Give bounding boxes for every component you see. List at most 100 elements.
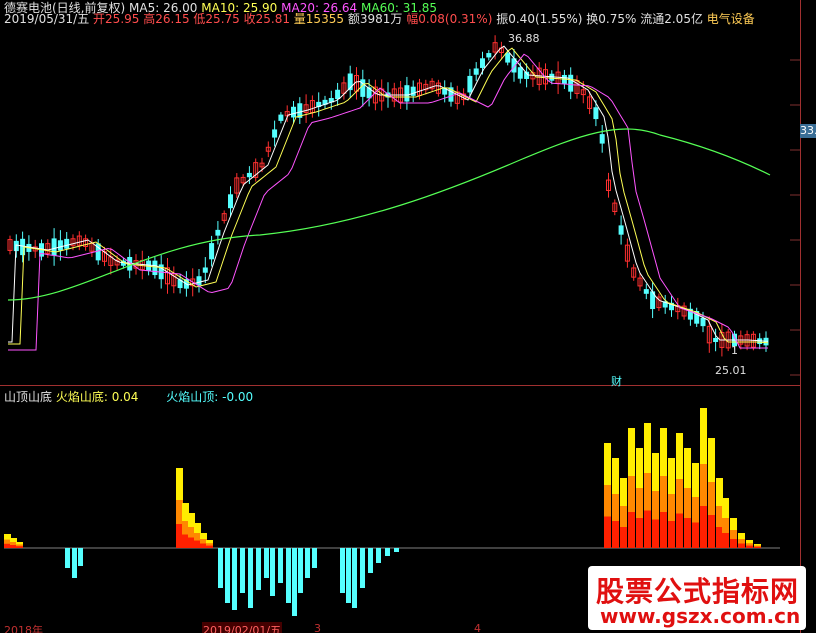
- high-value: 高26.15: [143, 12, 190, 26]
- flame-top-bar: [240, 548, 245, 593]
- header-line-2: 2019/05/31/五 开25.95 高26.15 低25.75 收25.81…: [4, 12, 755, 26]
- xaxis-label-2018: 2018年: [4, 624, 43, 633]
- candle-body: [505, 53, 511, 63]
- candle-body: [473, 68, 479, 75]
- flame-top-bar: [394, 548, 399, 552]
- low-price-label: 25.01: [715, 364, 747, 377]
- flame-top-bar: [270, 548, 275, 596]
- candle-body: [57, 240, 63, 251]
- flame-top-bar: [286, 548, 291, 603]
- flame-bottom-bar-core: [176, 524, 183, 548]
- flame-top-bar: [248, 548, 253, 608]
- flame-bottom-bar-core: [738, 543, 745, 548]
- candle-body: [202, 267, 208, 273]
- finance-marker[interactable]: 财: [611, 373, 622, 389]
- flame-bottom-bar-core: [660, 512, 667, 548]
- candle-body: [643, 289, 649, 294]
- indicator-header: 山顶山底 火焰山底: 0.04 火焰山顶: -0.00: [4, 390, 253, 404]
- flame-bottom-bar-core: [604, 516, 611, 548]
- flame-top-bar: [385, 548, 390, 556]
- candle-body: [209, 243, 215, 260]
- flame-top-bar: [78, 548, 83, 566]
- candle-body: [51, 238, 57, 256]
- flame-top-bar: [352, 548, 357, 608]
- bar-date: 2019/05/31/五: [4, 12, 90, 26]
- flame-bottom-bar-core: [716, 527, 723, 548]
- candle-body: [404, 85, 410, 102]
- flame-bottom-bar-core: [700, 506, 707, 548]
- flame-top-bar: [312, 548, 317, 568]
- flame-top-bar: [65, 548, 70, 568]
- flame-bottom-bar-core: [746, 545, 753, 548]
- candle-body: [228, 194, 233, 209]
- flame-bottom-bar-core: [200, 543, 207, 548]
- turnover-value: 换0.75%: [586, 12, 637, 26]
- candle-body: [467, 75, 473, 93]
- candle-body: [568, 74, 574, 92]
- flame-bottom-value: 火焰山底: 0.04: [55, 390, 139, 404]
- price-axis-line: [800, 0, 801, 633]
- flame-bottom-bar-core: [644, 510, 651, 548]
- candle-body: [64, 238, 70, 249]
- xaxis-cursor-date: 2019/02/01/五: [202, 622, 283, 633]
- panel-divider[interactable]: [0, 385, 800, 386]
- candle-body: [618, 225, 624, 235]
- low-value: 低25.75: [193, 12, 240, 26]
- flame-bottom-bar-core: [708, 515, 715, 548]
- flame-top-bar: [278, 548, 283, 583]
- candle-body: [480, 58, 485, 68]
- flame-bottom-bar-core: [182, 534, 189, 548]
- flame-top-bar: [225, 548, 230, 603]
- flame-bottom-bar-core: [754, 546, 761, 548]
- flame-top-bar: [346, 548, 351, 603]
- current-price-tag: 33.: [800, 124, 816, 138]
- amount-value: 额3981万: [347, 12, 403, 26]
- flame-top-bar: [218, 548, 223, 588]
- watermark-url: www.gszx.com.cn: [600, 604, 801, 628]
- chart-window: 德赛电池(日线,前复权) MA5: 26.00 MA10: 25.90 MA20…: [0, 0, 816, 633]
- event-marker[interactable]: 1: [731, 344, 738, 357]
- flame-bottom-bar-core: [206, 545, 213, 548]
- flame-top-bar: [72, 548, 77, 578]
- volume-value: 量15355: [293, 12, 344, 26]
- flame-bottom-bar-core: [652, 519, 659, 548]
- amplitude-value: 振0.40(1.55%): [496, 12, 583, 26]
- close-value: 收25.81: [243, 12, 290, 26]
- flame-bottom-bar-core: [194, 540, 201, 548]
- flame-bottom-bar-core: [4, 543, 11, 548]
- flame-bottom-bar-core: [188, 537, 195, 548]
- flame-top-bar: [368, 548, 373, 573]
- flame-bottom-bar-core: [636, 518, 643, 548]
- candle-body: [517, 67, 523, 79]
- candle-body: [700, 317, 706, 327]
- flame-bottom-bar-core: [730, 539, 737, 548]
- flame-top-bar: [292, 548, 297, 616]
- xaxis-label-3: 3: [314, 622, 321, 633]
- flame-top-bar: [264, 548, 269, 578]
- candle-body: [278, 114, 284, 121]
- flame-bottom-bar-core: [628, 512, 635, 548]
- candle-body: [486, 53, 492, 58]
- indicator-name[interactable]: 山顶山底: [4, 390, 52, 404]
- ma60-line: [7, 128, 771, 301]
- flame-bottom-bar-core: [676, 513, 683, 548]
- candle-body: [246, 172, 252, 178]
- flame-bottom-bar-core: [668, 521, 675, 548]
- candle-body: [599, 134, 605, 144]
- flame-top-bar: [256, 548, 261, 590]
- flame-bottom-bar-core: [10, 545, 17, 548]
- candle-body: [335, 89, 341, 100]
- flame-top-bar: [305, 548, 310, 578]
- candle-body: [593, 107, 599, 120]
- candle-body: [196, 276, 202, 286]
- flame-top-value: 火焰山顶: -0.00: [166, 390, 254, 404]
- change-value: 幅0.08(0.31%): [406, 12, 493, 26]
- flame-top-bar: [340, 548, 345, 593]
- sector-value: 电气设备: [706, 12, 755, 26]
- xaxis-label-4: 4: [474, 622, 481, 633]
- candlestick-panel[interactable]: [0, 0, 800, 633]
- high-price-label: 36.88: [508, 32, 540, 45]
- candle-body: [215, 229, 221, 236]
- flame-bottom-bar-core: [612, 521, 619, 548]
- candle-body: [272, 129, 278, 138]
